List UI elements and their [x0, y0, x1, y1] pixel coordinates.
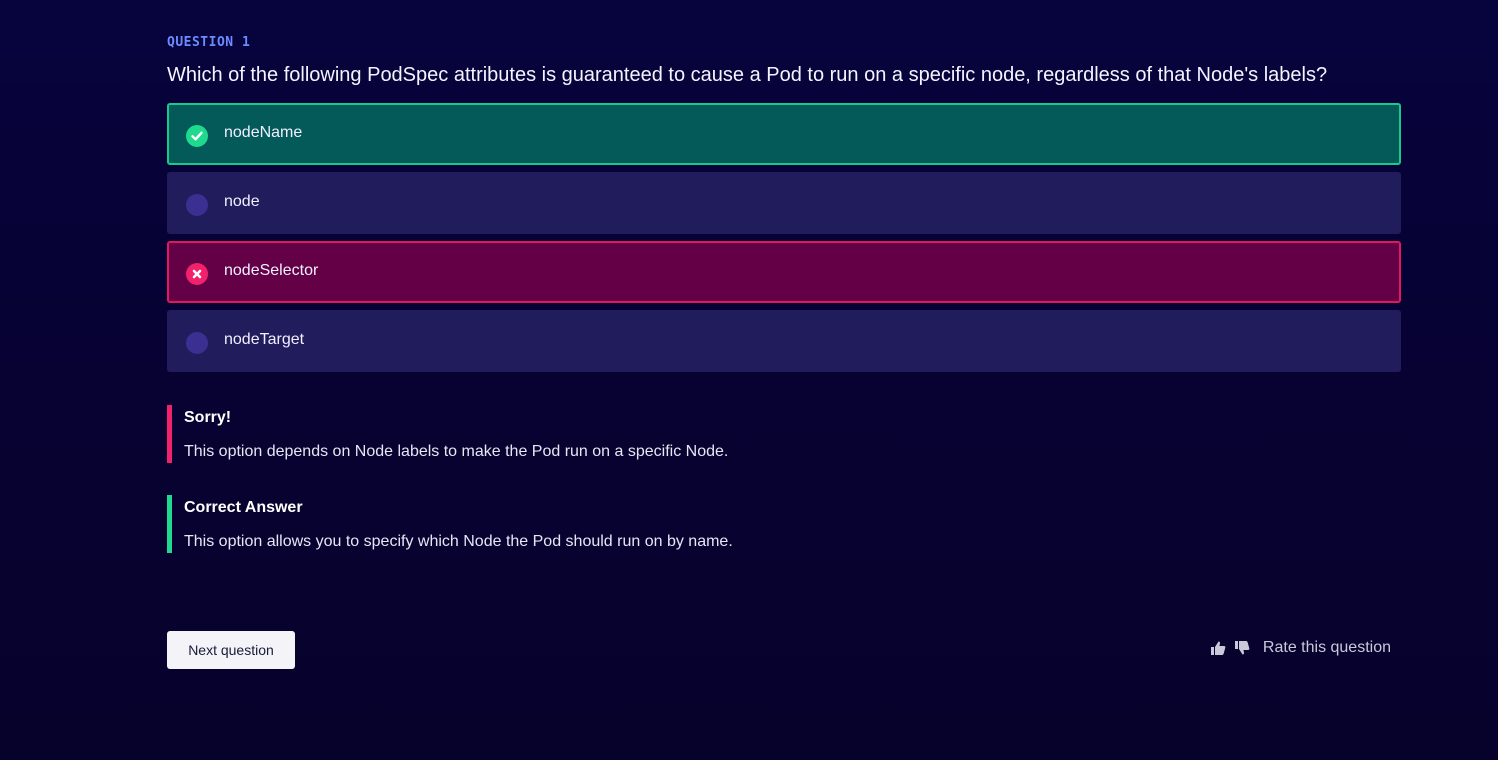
rate-question: Rate this question: [1209, 639, 1391, 657]
question-number: QUESTION 1: [167, 35, 251, 50]
rate-question-label[interactable]: Rate this question: [1263, 639, 1391, 657]
x-circle-icon: [186, 263, 208, 285]
feedback-correct-text: This option allows you to specify which …: [184, 533, 733, 550]
radio-circle-icon: [186, 194, 208, 216]
thumbs-down-icon[interactable]: [1233, 639, 1251, 657]
option-label: nodeSelector: [224, 261, 319, 279]
check-circle-icon: [186, 125, 208, 147]
option-nodeselector[interactable]: nodeSelector: [167, 241, 1401, 303]
option-node[interactable]: node: [167, 172, 1401, 234]
option-label: nodeTarget: [224, 330, 305, 348]
answer-options: nodeName node nodeSelector nodeTarget: [167, 103, 1401, 372]
thumbs-up-icon[interactable]: [1209, 639, 1227, 657]
radio-circle-icon: [186, 332, 208, 354]
option-nodename[interactable]: nodeName: [167, 103, 1401, 165]
feedback-section: Sorry! This option depends on Node label…: [167, 405, 1401, 553]
feedback-wrong-title: Sorry!: [184, 409, 232, 426]
option-nodetarget[interactable]: nodeTarget: [167, 310, 1401, 372]
feedback-wrong: Sorry! This option depends on Node label…: [167, 405, 1401, 463]
option-label: node: [224, 192, 260, 210]
question-text: Which of the following PodSpec attribute…: [167, 64, 1328, 86]
quiz-container: QUESTION 1 Which of the following PodSpe…: [167, 34, 1401, 553]
option-label: nodeName: [224, 123, 303, 141]
feedback-correct-title: Correct Answer: [184, 499, 303, 516]
feedback-wrong-text: This option depends on Node labels to ma…: [184, 443, 729, 460]
quiz-footer: Next question Rate this question: [167, 631, 1401, 669]
next-question-button[interactable]: Next question: [167, 631, 295, 669]
feedback-correct: Correct Answer This option allows you to…: [167, 495, 1401, 553]
